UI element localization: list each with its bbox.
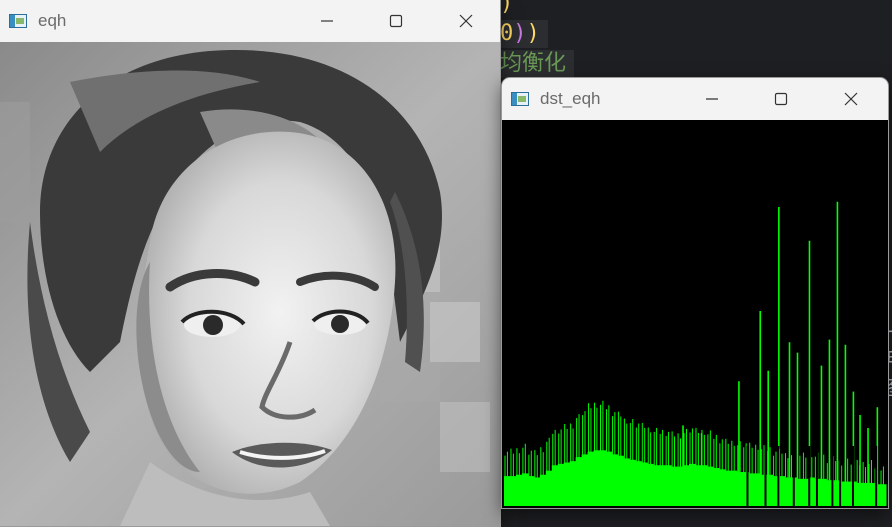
histogram-gap: [792, 446, 795, 506]
window-title: eqh: [38, 11, 67, 30]
histogram-gap: [875, 446, 878, 506]
code-line: 均衡化: [500, 50, 575, 78]
histogram-gap: [839, 446, 842, 506]
histogram-gap: [831, 446, 834, 506]
eqh-window[interactable]: eqh: [0, 0, 500, 526]
histogram-canvas: [502, 120, 888, 508]
maximize-button[interactable]: [758, 78, 804, 120]
maximize-icon: [774, 92, 788, 106]
equalized-grayscale-portrait: [0, 42, 500, 526]
minimize-button[interactable]: [304, 0, 350, 42]
dst-eqh-window[interactable]: dst_eqh: [502, 78, 888, 508]
close-button[interactable]: [443, 0, 489, 42]
code-token: ): [513, 21, 527, 46]
maximize-icon: [389, 14, 403, 28]
code-comment: 均衡化: [500, 51, 567, 76]
maximize-button[interactable]: [373, 0, 419, 42]
code-token: 0: [500, 21, 514, 46]
opencv-window-icon: [9, 14, 27, 28]
opencv-window-icon: [511, 92, 529, 106]
minimize-button[interactable]: [689, 78, 735, 120]
window-titlebar[interactable]: dst_eqh: [502, 78, 888, 120]
close-button[interactable]: [828, 78, 874, 120]
histogram-gap: [815, 446, 818, 506]
histogram-chart: [504, 201, 887, 506]
window-titlebar[interactable]: eqh: [0, 0, 500, 42]
close-icon: [844, 92, 858, 106]
window-title: dst_eqh: [540, 89, 601, 108]
code-token: ): [500, 0, 514, 16]
histogram-gap: [851, 446, 854, 506]
code-line: ): [500, 0, 513, 18]
histogram-gap: [746, 446, 749, 506]
minimize-icon: [321, 20, 333, 22]
portrait-image: [0, 42, 500, 526]
close-icon: [459, 14, 473, 28]
histogram-gap: [808, 446, 811, 506]
histogram-gap: [764, 446, 767, 506]
code-line: 0)): [500, 20, 548, 48]
histogram-gap: [777, 446, 780, 506]
code-token: ): [526, 21, 540, 46]
minimize-icon: [706, 98, 718, 100]
